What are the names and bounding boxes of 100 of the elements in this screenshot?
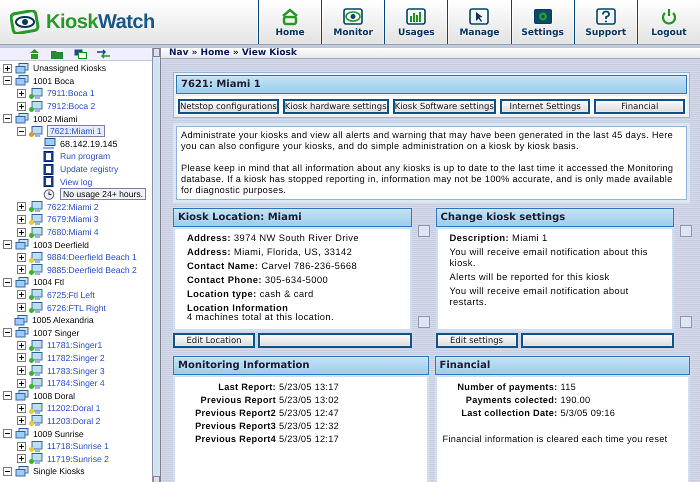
tree-item[interactable]: Single Kiosks (33, 466, 85, 476)
tree-item[interactable]: 1005 Alexandria (32, 315, 94, 326)
expand-toggle[interactable] (17, 214, 26, 224)
tree-item[interactable]: 7679:Miami 3 (47, 214, 99, 224)
field-label: Previous Report (200, 395, 276, 405)
expand-toggle[interactable] (3, 64, 12, 73)
windows-icon[interactable] (74, 49, 87, 59)
field-text: Address: 3974 NW South River Drive (187, 232, 360, 243)
monitor-icon (29, 340, 43, 351)
tree-item[interactable]: 9884:Deerfield Beach 1 (47, 252, 137, 262)
monitor-icon (29, 440, 43, 452)
eye-icon (342, 6, 364, 27)
tree-item[interactable]: 11783:Singer 3 (47, 366, 105, 376)
tree-item[interactable]: 11719:Sunrise 2 (47, 454, 109, 464)
tab-button[interactable]: Netstop configurations (178, 99, 279, 114)
tree-item[interactable]: Run program (60, 151, 110, 162)
monitor-icon (29, 264, 43, 276)
tree-item[interactable]: View log (60, 176, 92, 187)
scrollbar[interactable] (152, 48, 160, 482)
expand-toggle[interactable] (17, 442, 26, 451)
monitor-icon (29, 100, 43, 112)
collapse-toggle[interactable] (3, 429, 12, 438)
kiosk-group-icon (15, 75, 29, 86)
expand-toggle[interactable] (17, 265, 26, 274)
expand-toggle[interactable] (17, 303, 26, 312)
note-text: You will receive email notification about this kiosk. (450, 246, 649, 268)
collapse-toggle[interactable] (3, 114, 12, 124)
tree-item[interactable]: 9885:Deerfield Beach 2 (47, 264, 137, 275)
field-label: Number of payments: (456, 382, 558, 392)
monitor-icon (29, 252, 43, 263)
expand-toggle[interactable] (17, 102, 26, 111)
tree-item[interactable]: 11784:Singer 4 (47, 378, 105, 388)
field-text: Contact Name: Carvel 786-236-5668 (187, 260, 358, 271)
tree-item[interactable]: 1008 Doral (33, 390, 76, 401)
edit-button[interactable]: Edit settings (436, 333, 518, 348)
tab-button[interactable]: Internet Settings (500, 99, 590, 114)
expand-toggle[interactable] (17, 454, 26, 464)
expand-toggle[interactable] (17, 228, 26, 237)
ip-address: 68.142.19.145 (60, 138, 118, 149)
kiosk-group-icon (14, 314, 28, 326)
expand-toggle[interactable] (17, 202, 26, 212)
expand-toggle[interactable] (17, 404, 26, 413)
tab-button[interactable]: Financial (594, 99, 686, 114)
up-icon[interactable] (28, 49, 41, 59)
tree-item[interactable]: Unassigned Kiosks (33, 63, 106, 74)
tree-item[interactable]: 1009 Sunrise (33, 428, 84, 439)
field-label: Previous Report2 (194, 408, 276, 418)
tree-item[interactable]: 1001 Boca (33, 76, 74, 86)
clock-icon (42, 188, 56, 200)
field-value: 5/23/05 13:17 (279, 382, 340, 392)
tab-button[interactable]: Kiosk hardware settings (282, 99, 389, 114)
tree-item[interactable]: 7622:Miami 2 (47, 202, 99, 212)
blank-button[interactable] (258, 333, 412, 348)
tree-item[interactable]: 11782:Singer 2 (47, 352, 105, 363)
monitor-icon (29, 302, 43, 314)
expand-toggle[interactable] (17, 340, 26, 350)
tree-item[interactable]: 6725:Ftl Left (47, 290, 95, 300)
cursor-icon (468, 6, 490, 27)
field-value: 4 machines total at this location. (187, 311, 336, 322)
collapse-toggle[interactable] (3, 76, 12, 86)
tree-item[interactable]: 11203:Doral 2 (47, 416, 100, 426)
expand-toggle[interactable] (17, 290, 26, 300)
collapse-toggle[interactable] (3, 328, 12, 338)
field-value: 5/23/05 12:47 (279, 408, 340, 418)
panel-title: Financial (434, 356, 690, 375)
folder-icon[interactable] (51, 49, 64, 59)
collapse-toggle[interactable] (3, 240, 12, 250)
collapse-toggle[interactable] (3, 391, 12, 400)
monitor-icon (29, 126, 43, 137)
expand-toggle[interactable] (17, 366, 26, 376)
note-text: Financial information is cleared each time you reset (442, 434, 668, 444)
tree-item[interactable]: 7911:Boca 1 (47, 88, 95, 98)
tree-item[interactable]: 6726:FTL Right (47, 302, 106, 313)
tree-item[interactable]: 7912:Boca 2 (47, 101, 96, 112)
tree-item[interactable]: 11718:Sunrise 1 (47, 441, 109, 452)
tree-item[interactable]: 1004 Ftl (33, 277, 64, 288)
expand-toggle[interactable] (17, 378, 26, 388)
kiosk-group-icon (15, 428, 29, 440)
tree-item[interactable]: 1007 Singer (33, 328, 80, 338)
collapse-toggle[interactable] (3, 278, 12, 287)
expand-toggle[interactable] (17, 88, 26, 98)
tree-item[interactable]: 11781:Singer1 (47, 340, 102, 350)
tree-item[interactable]: Update registry (60, 164, 118, 174)
edit-button[interactable]: Edit Location (173, 333, 255, 348)
expand-toggle[interactable] (17, 353, 26, 362)
field-label: Payments colected: (464, 395, 558, 405)
collapse-toggle[interactable] (3, 466, 12, 476)
blank-button[interactable] (520, 333, 674, 348)
tree-item[interactable]: 7621:Miami 1 (47, 125, 105, 138)
arrows-icon[interactable] (97, 49, 110, 59)
tree-item[interactable]: 1003 Deerfield (33, 240, 89, 250)
kiosk-group-icon (15, 62, 29, 74)
tree-item[interactable]: 7680:Miami 4 (47, 227, 99, 238)
collapse-toggle[interactable] (17, 126, 26, 136)
tab-button[interactable]: Kiosk Software settings (392, 99, 496, 114)
expand-toggle[interactable] (17, 416, 26, 426)
expand-toggle[interactable] (17, 252, 26, 262)
field-text: Address: Miami, Florida, US, 33142 (187, 246, 354, 257)
tree-item[interactable]: 1002 Miami (33, 114, 78, 124)
tree-item[interactable]: 11202:Doral 1 (47, 403, 100, 414)
